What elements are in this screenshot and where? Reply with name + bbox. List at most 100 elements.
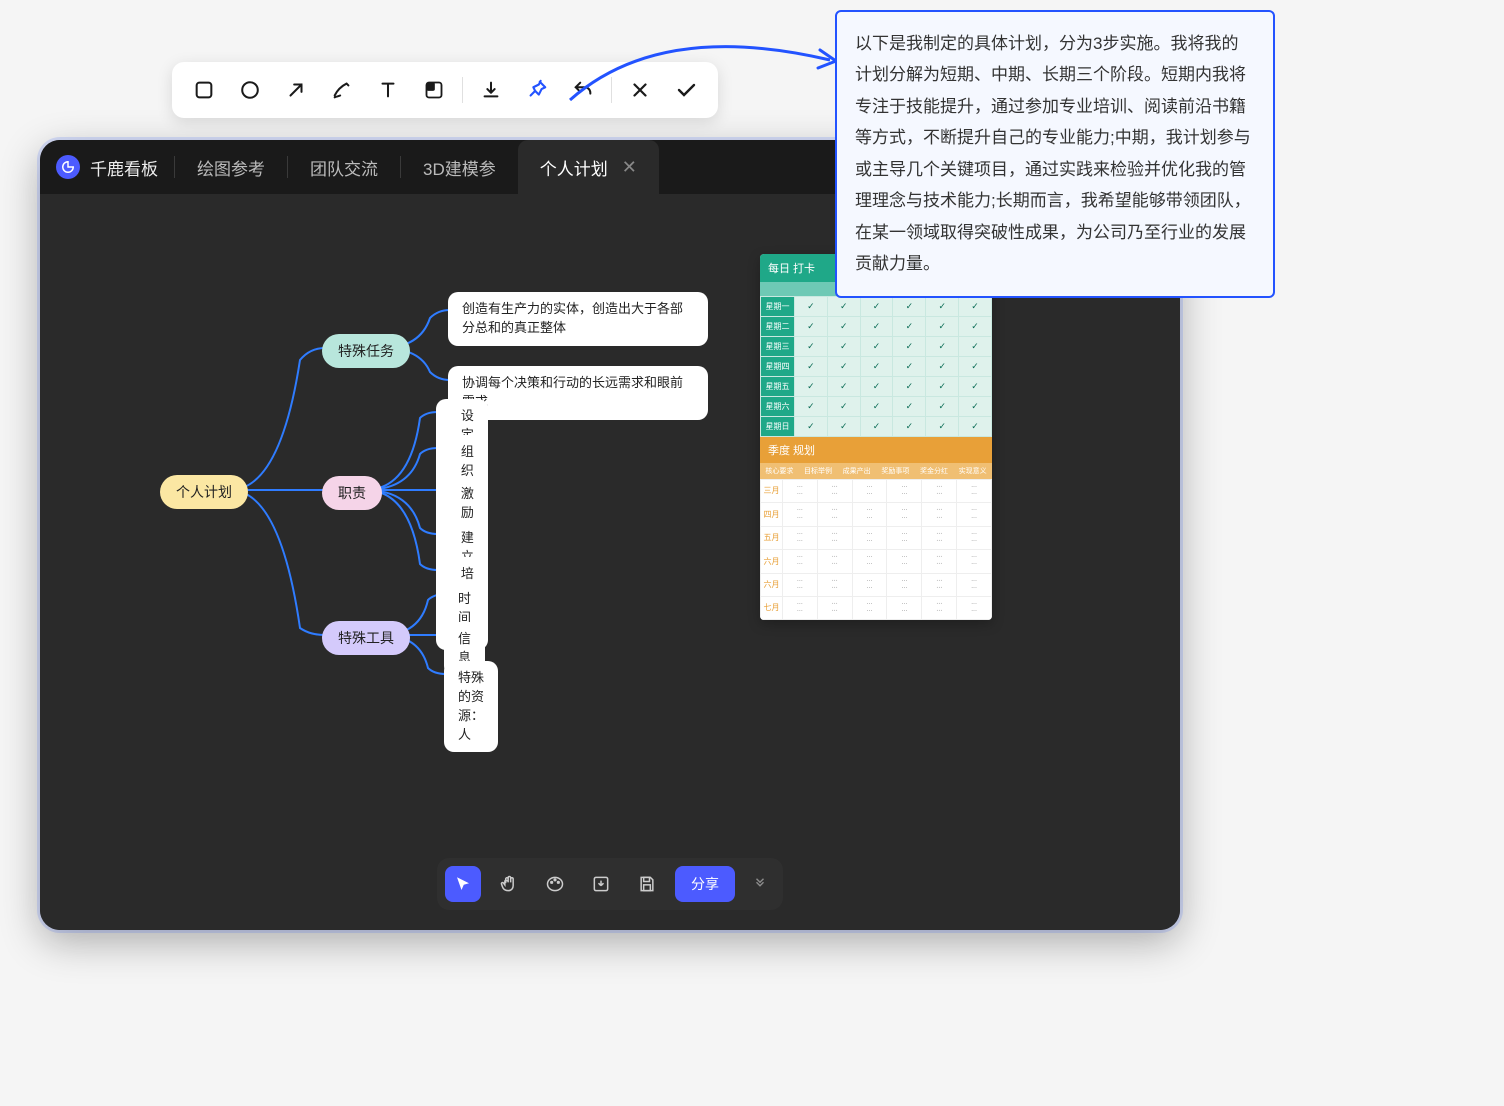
plan-cell: ······	[783, 526, 818, 549]
share-button[interactable]: 分享	[675, 866, 735, 902]
check-cell: ✓	[926, 337, 959, 357]
mindmap-node[interactable]: 特殊任务	[322, 334, 410, 368]
tab-drawing[interactable]: 绘图参考	[175, 140, 287, 194]
plan-cell: ······	[817, 596, 852, 619]
mindmap-root-node[interactable]: 个人计划	[160, 475, 248, 509]
check-cell: ✓	[827, 297, 860, 317]
month-cell: 六月	[761, 550, 783, 573]
check-cell: ✓	[860, 357, 893, 377]
pin-tool[interactable]	[519, 72, 555, 108]
quarter-plan-table: 三月····································四月…	[760, 479, 992, 620]
day-label: 星期二	[761, 317, 795, 337]
arrow-tool[interactable]	[278, 72, 314, 108]
download-tool[interactable]	[473, 72, 509, 108]
plan-cell: ······	[852, 503, 887, 526]
check-cell: ✓	[795, 337, 828, 357]
check-cell: ✓	[795, 417, 828, 437]
hand-tool[interactable]	[491, 866, 527, 902]
plan-cell: ······	[922, 596, 957, 619]
check-cell: ✓	[926, 417, 959, 437]
save-tool[interactable]	[629, 866, 665, 902]
check-cell: ✓	[795, 297, 828, 317]
check-cell: ✓	[827, 337, 860, 357]
column-header: 目标举例	[799, 463, 838, 479]
plan-cell: ······	[887, 573, 922, 596]
circle-tool[interactable]	[232, 72, 268, 108]
plan-cell: ······	[852, 573, 887, 596]
check-cell: ✓	[860, 337, 893, 357]
check-cell: ✓	[959, 377, 992, 397]
plan-cell: ······	[887, 596, 922, 619]
cursor-tool[interactable]	[445, 866, 481, 902]
mindmap-leaf[interactable]: 特殊的资源：人	[444, 661, 498, 752]
mindmap-node[interactable]: 特殊工具	[322, 621, 410, 655]
square-tool[interactable]	[186, 72, 222, 108]
check-cell: ✓	[893, 297, 926, 317]
check-cell: ✓	[893, 377, 926, 397]
text-tool[interactable]	[370, 72, 406, 108]
sticker-tool[interactable]	[416, 72, 452, 108]
palette-tool[interactable]	[537, 866, 573, 902]
quarter-columns: 核心要求目标举例成果产出奖励事项奖金分红实现意义	[760, 463, 992, 479]
check-cell: ✓	[860, 417, 893, 437]
check-cell: ✓	[959, 417, 992, 437]
toolbar-divider	[462, 77, 463, 103]
check-cell: ✓	[795, 357, 828, 377]
check-cell: ✓	[893, 337, 926, 357]
day-label: 星期一	[761, 297, 795, 317]
day-label: 星期四	[761, 357, 795, 377]
plan-cell: ······	[957, 503, 992, 526]
check-cell: ✓	[959, 357, 992, 377]
app-brand: 千鹿看板	[90, 155, 158, 180]
quarter-card-title: 季度 规划	[760, 437, 992, 463]
check-cell: ✓	[926, 357, 959, 377]
check-cell: ✓	[860, 317, 893, 337]
check-cell: ✓	[959, 317, 992, 337]
plan-cell: ······	[922, 573, 957, 596]
month-cell: 六月	[761, 573, 783, 596]
app-logo-icon[interactable]	[56, 155, 80, 179]
daily-check-table: 星期一✓✓✓✓✓✓星期二✓✓✓✓✓✓星期三✓✓✓✓✓✓星期四✓✓✓✓✓✓星期五✓…	[760, 296, 992, 437]
check-cell: ✓	[860, 297, 893, 317]
canvas[interactable]: 个人计划 特殊任务 创造有生产力的实体，创造出大于各部分总和的真正整体 协调每个…	[40, 194, 1180, 930]
plan-cell: ······	[783, 573, 818, 596]
plan-cell: ······	[957, 526, 992, 549]
plan-cell: ······	[817, 550, 852, 573]
plan-cell: ······	[957, 550, 992, 573]
import-tool[interactable]	[583, 866, 619, 902]
pinned-note[interactable]: 以下是我制定的具体计划，分为3步实施。我将我的计划分解为短期、中期、长期三个阶段…	[835, 10, 1275, 298]
mindmap-leaf[interactable]: 创造有生产力的实体，创造出大于各部分总和的真正整体	[448, 292, 708, 346]
check-cell: ✓	[959, 337, 992, 357]
more-icon[interactable]	[745, 866, 775, 902]
plan-cell: ······	[783, 480, 818, 503]
embedded-table-card[interactable]: 每日 打卡 星期一✓✓✓✓✓✓星期二✓✓✓✓✓✓星期三✓✓✓✓✓✓星期四✓✓✓✓…	[760, 254, 992, 620]
check-cell: ✓	[795, 397, 828, 417]
check-cell: ✓	[795, 317, 828, 337]
column-header: 成果产出	[837, 463, 876, 479]
plan-cell: ······	[887, 503, 922, 526]
check-cell: ✓	[827, 417, 860, 437]
check-cell: ✓	[959, 297, 992, 317]
tab-3d[interactable]: 3D建模参	[401, 140, 518, 194]
check-cell: ✓	[827, 317, 860, 337]
pen-tool[interactable]	[324, 72, 360, 108]
check-cell: ✓	[795, 377, 828, 397]
check-cell: ✓	[860, 397, 893, 417]
day-label: 星期五	[761, 377, 795, 397]
check-cell: ✓	[827, 397, 860, 417]
plan-cell: ······	[887, 526, 922, 549]
check-cell: ✓	[893, 357, 926, 377]
check-cell: ✓	[827, 377, 860, 397]
pinned-note-text: 以下是我制定的具体计划，分为3步实施。我将我的计划分解为短期、中期、长期三个阶段…	[855, 34, 1251, 273]
tab-team[interactable]: 团队交流	[288, 140, 400, 194]
check-cell: ✓	[893, 397, 926, 417]
plan-cell: ······	[852, 596, 887, 619]
plan-cell: ······	[852, 480, 887, 503]
mindmap-node[interactable]: 职责	[322, 476, 382, 510]
plan-cell: ······	[957, 573, 992, 596]
plan-cell: ······	[783, 596, 818, 619]
bottom-toolbar: 分享	[437, 858, 783, 910]
check-cell: ✓	[893, 317, 926, 337]
check-cell: ✓	[959, 397, 992, 417]
check-cell: ✓	[926, 397, 959, 417]
